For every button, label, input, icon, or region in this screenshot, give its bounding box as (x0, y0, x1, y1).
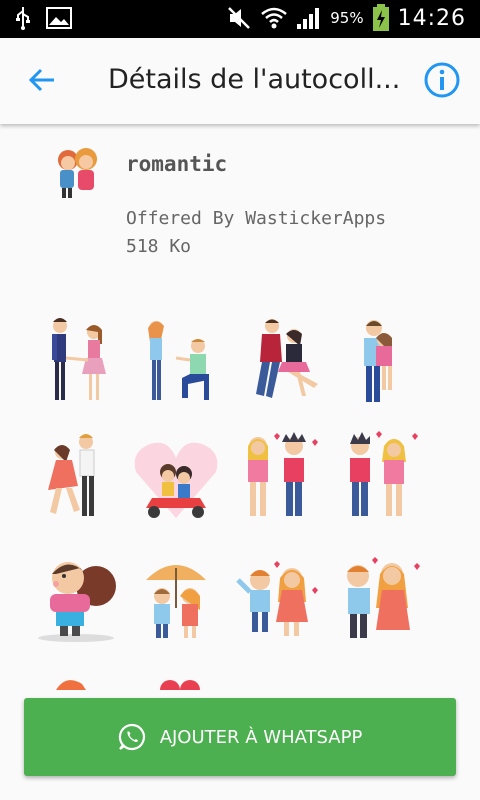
couple-kiss-sticker[interactable] (26, 550, 126, 650)
couple-hearts-2-sticker[interactable] (326, 430, 426, 530)
clock: 14:26 (397, 5, 466, 31)
back-button[interactable] (22, 60, 62, 100)
couple-dancing-sticker[interactable] (26, 430, 126, 530)
status-bar: 95% 14:26 (0, 0, 480, 38)
couple-umbrella-sticker[interactable] (126, 550, 226, 650)
mute-icon (228, 7, 251, 29)
whatsapp-icon (118, 723, 145, 751)
tray-icon (58, 148, 97, 198)
couple-cheering-sticker[interactable] (226, 550, 326, 650)
battery-percent: 95% (330, 9, 364, 27)
pack-publisher: Offered By WastickerApps (126, 208, 387, 229)
add-to-whatsapp-button[interactable]: AJOUTER À WHATSAPP (24, 698, 456, 776)
pack-name: romantic (126, 152, 228, 176)
battery-charging-icon (372, 4, 389, 31)
page-title: Détails de l'autocoll... (108, 64, 401, 95)
partial-sticker-1[interactable] (26, 670, 126, 690)
couple-scooter-heart-sticker[interactable] (126, 430, 226, 530)
proposal-sticker[interactable] (126, 314, 226, 414)
info-icon (424, 62, 460, 98)
couple-hug-sticker[interactable] (326, 314, 426, 414)
couple-jumping-sticker[interactable] (226, 314, 326, 414)
app-toolbar: Détails de l'autocoll... (0, 38, 480, 124)
couple-hearts-sticker[interactable] (226, 430, 326, 530)
signal-icon (297, 8, 320, 29)
back-arrow-icon (28, 68, 54, 92)
pack-size: 518 Ko (126, 236, 192, 257)
couple-walking-sticker[interactable] (326, 550, 426, 650)
image-notification-icon (46, 7, 72, 29)
wifi-icon (261, 7, 288, 29)
usb-icon (16, 7, 30, 30)
add-button-label: AJOUTER À WHATSAPP (159, 726, 363, 748)
sticker-grid (0, 300, 480, 690)
couple-holding-hands-sticker[interactable] (26, 314, 126, 414)
info-button[interactable] (422, 60, 462, 100)
partial-sticker-2[interactable] (126, 670, 226, 690)
sticker-pack-header: romantic Offered By WastickerApps 518 Ko (0, 124, 480, 284)
